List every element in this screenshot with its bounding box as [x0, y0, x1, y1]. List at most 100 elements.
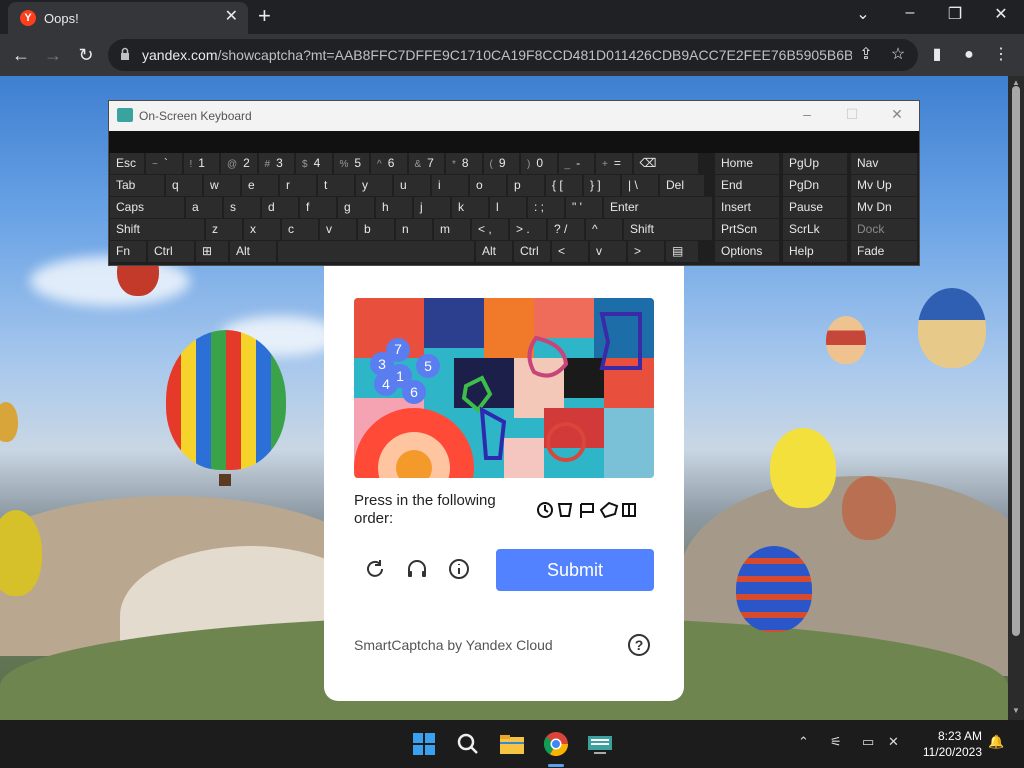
osk-key[interactable]: v: [590, 241, 626, 262]
submit-button[interactable]: Submit: [496, 549, 654, 591]
system-clock[interactable]: 8:23 AM 11/20/2023: [918, 728, 982, 760]
osk-key[interactable]: > .: [510, 219, 546, 240]
osk-key[interactable]: Help: [783, 241, 847, 262]
osk-key[interactable]: Shift: [624, 219, 712, 240]
side-panel-icon[interactable]: ▮: [926, 44, 948, 66]
osk-key[interactable]: ⌫: [633, 153, 698, 174]
osk-key[interactable]: e: [242, 175, 278, 196]
osk-key[interactable]: + =: [596, 153, 632, 174]
osk-key[interactable]: m: [434, 219, 470, 240]
osk-key[interactable]: PgUp: [783, 153, 847, 174]
refresh-icon[interactable]: [363, 557, 387, 581]
osk-key[interactable]: q: [166, 175, 202, 196]
osk-key[interactable]: t: [318, 175, 354, 196]
osk-key[interactable]: PgDn: [783, 175, 847, 196]
osk-key[interactable]: Alt: [476, 241, 512, 262]
osk-key[interactable]: Del: [660, 175, 704, 196]
forward-icon[interactable]: →: [42, 44, 64, 66]
osk-maximize-icon[interactable]: ☐: [842, 106, 862, 123]
osk-key[interactable]: b: [358, 219, 394, 240]
info-icon[interactable]: [447, 557, 471, 581]
window-close-icon[interactable]: ✕: [989, 4, 1013, 24]
osk-key[interactable]: (9: [483, 153, 519, 174]
osk-key[interactable]: i: [432, 175, 468, 196]
osk-key[interactable]: y: [356, 175, 392, 196]
osk-key[interactable]: Fn: [110, 241, 146, 262]
osk-key[interactable]: d: [262, 197, 298, 218]
osk-key[interactable]: { [: [546, 175, 582, 196]
share-icon[interactable]: ⇪: [856, 45, 876, 65]
tray-chevron-icon[interactable]: ⌃: [798, 734, 809, 750]
minimize-icon[interactable]: –: [898, 4, 922, 22]
osk-key[interactable]: ^ 6: [371, 153, 407, 174]
osk-close-icon[interactable]: ✕: [887, 106, 907, 123]
osk-key[interactable]: o: [470, 175, 506, 196]
osk-key[interactable]: p: [508, 175, 544, 196]
osk-key[interactable]: k: [452, 197, 488, 218]
osk-key[interactable]: Dock: [851, 219, 917, 240]
osk-key[interactable]: Nav: [851, 153, 917, 174]
osk-key[interactable]: Pause: [783, 197, 847, 218]
osk-key[interactable]: ! 1: [183, 153, 219, 174]
osk-key[interactable]: x: [244, 219, 280, 240]
osk-key[interactable]: ~ `: [146, 153, 182, 174]
osk-key[interactable]: f: [300, 197, 336, 218]
osk-key[interactable]: ? /: [548, 219, 584, 240]
osk-key[interactable]: _ -: [558, 153, 594, 174]
osk-key[interactable]: Options: [715, 241, 779, 262]
osk-key[interactable]: w: [204, 175, 240, 196]
osk-key[interactable]: $4: [296, 153, 332, 174]
osk-key[interactable]: ⊞: [196, 241, 228, 262]
osk-key[interactable]: <: [552, 241, 588, 262]
address-bar[interactable]: yandex.com/showcaptcha?mt=AAB8FFC7DFFE9C…: [108, 39, 918, 71]
osk-key[interactable]: a: [186, 197, 222, 218]
osk-key[interactable]: ▤: [666, 241, 698, 262]
scroll-thumb[interactable]: [1012, 86, 1020, 636]
tab-search-icon[interactable]: ⌄: [851, 4, 875, 24]
osk-key[interactable]: @2: [221, 153, 257, 174]
reload-icon[interactable]: ↻: [75, 44, 97, 66]
osk-key[interactable]: g: [338, 197, 374, 218]
on-screen-keyboard-app-icon[interactable]: [584, 728, 616, 760]
osk-key[interactable]: ^: [586, 219, 622, 240]
help-icon[interactable]: ?: [628, 634, 650, 656]
osk-key[interactable]: Caps: [110, 197, 184, 218]
osk-key[interactable]: Mv Dn: [851, 197, 917, 218]
osk-key[interactable]: r: [280, 175, 316, 196]
audio-headphones-icon[interactable]: [405, 557, 429, 581]
page-scrollbar[interactable]: ▲ ▼: [1008, 76, 1024, 720]
osk-key[interactable]: u: [394, 175, 430, 196]
osk-key[interactable]: Alt: [230, 241, 276, 262]
osk-spacebar[interactable]: [278, 241, 474, 262]
osk-minimize-icon[interactable]: –: [797, 106, 817, 122]
osk-key[interactable]: Ctrl: [514, 241, 550, 262]
osk-key[interactable]: Tab: [110, 175, 164, 196]
notification-bell-icon[interactable]: 🔔: [988, 734, 1004, 750]
osk-key[interactable]: " ': [566, 197, 602, 218]
network-icon[interactable]: ⚟: [830, 734, 842, 750]
osk-key[interactable]: #3: [258, 153, 294, 174]
osk-key[interactable]: n: [396, 219, 432, 240]
osk-key[interactable]: s: [224, 197, 260, 218]
restore-icon[interactable]: ❐: [943, 4, 967, 24]
osk-key[interactable]: < ,: [472, 219, 508, 240]
osk-key[interactable]: Shift: [110, 219, 204, 240]
file-explorer-icon[interactable]: [496, 728, 528, 760]
osk-key[interactable]: Esc: [110, 153, 144, 174]
osk-key[interactable]: Enter: [604, 197, 712, 218]
new-tab-icon[interactable]: +: [258, 5, 271, 27]
osk-key[interactable]: l: [490, 197, 526, 218]
captcha-image[interactable]: 7 3 5 1 4 6: [354, 298, 654, 478]
bookmark-star-icon[interactable]: ☆: [888, 45, 908, 65]
osk-key[interactable]: & 7: [408, 153, 444, 174]
search-icon[interactable]: [452, 728, 484, 760]
osk-key[interactable]: Home: [715, 153, 779, 174]
browser-tab[interactable]: Y Oops! ✕: [8, 2, 248, 34]
osk-key[interactable]: * 8: [446, 153, 482, 174]
osk-key[interactable]: c: [282, 219, 318, 240]
osk-key[interactable]: ScrLk: [783, 219, 847, 240]
osk-key[interactable]: j: [414, 197, 450, 218]
windows-start-icon[interactable]: [408, 728, 440, 760]
osk-key[interactable]: Insert: [715, 197, 779, 218]
osk-key[interactable]: PrtScn: [715, 219, 779, 240]
